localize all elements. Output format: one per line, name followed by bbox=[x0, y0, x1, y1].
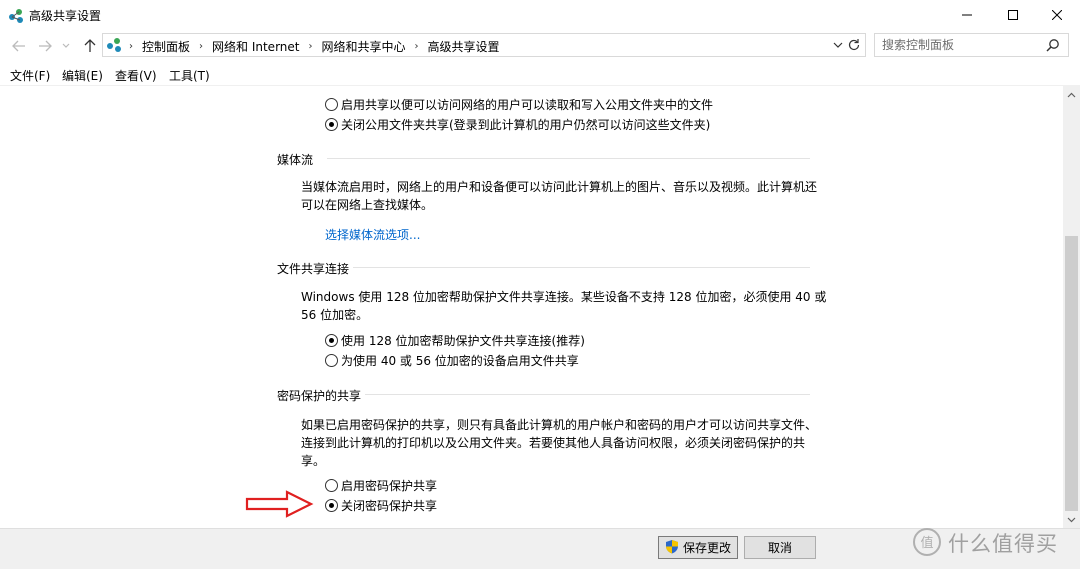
address-history-button[interactable] bbox=[833, 39, 843, 53]
back-arrow-icon bbox=[12, 40, 25, 52]
description-line: 享。 bbox=[301, 454, 326, 468]
chevron-down-icon bbox=[62, 43, 70, 48]
maximize-icon bbox=[1008, 10, 1018, 20]
breadcrumb-separator[interactable]: › bbox=[302, 41, 318, 52]
menu-bar: 文件(F) 编辑(E) 查看(V) 工具(T) bbox=[0, 62, 1080, 86]
radio-indicator[interactable] bbox=[325, 354, 338, 367]
file-sharing-description: Windows 使用 128 位加密帮助保护文件共享连接。某些设备不支持 128… bbox=[301, 288, 826, 324]
radio-indicator-selected[interactable] bbox=[325, 334, 338, 347]
section-divider bbox=[365, 394, 810, 395]
scroll-up-button[interactable] bbox=[1063, 86, 1080, 103]
radio-label: 为使用 40 或 56 位加密的设备启用文件共享 bbox=[341, 354, 579, 368]
description-line: 如果已启用密码保护的共享，则只有具备此计算机的用户帐户和密码的用户才可以访问共享… bbox=[301, 418, 818, 432]
save-changes-button[interactable]: 保存更改 bbox=[658, 536, 738, 559]
chevron-down-icon bbox=[1067, 517, 1076, 522]
up-button[interactable] bbox=[81, 37, 99, 55]
description-line: Windows 使用 128 位加密帮助保护文件共享连接。某些设备不支持 128… bbox=[301, 290, 827, 304]
close-button[interactable] bbox=[1034, 0, 1080, 30]
title-bar: 高级共享设置 bbox=[0, 0, 1080, 30]
password-sharing-off-radio[interactable]: 关闭密码保护共享 bbox=[325, 497, 437, 514]
watermark-logo-icon: 值 bbox=[912, 527, 942, 560]
scroll-down-button[interactable] bbox=[1063, 511, 1080, 528]
up-arrow-icon bbox=[84, 39, 96, 52]
close-icon bbox=[1052, 10, 1062, 20]
radio-label: 启用密码保护共享 bbox=[341, 479, 438, 493]
watermark-logo-glyph: 值 bbox=[920, 535, 933, 551]
forward-button[interactable] bbox=[36, 37, 54, 55]
description-line: 56 位加密。 bbox=[301, 308, 369, 322]
description-line: 当媒体流启用时，网络上的用户和设备便可以访问此计算机上的图片、音乐以及视频。此计… bbox=[301, 180, 818, 194]
network-location-icon bbox=[106, 37, 122, 56]
search-box[interactable] bbox=[874, 33, 1069, 57]
breadcrumb: › 控制面板 › 网络和 Internet › 网络和共享中心 › 高级共享设置 bbox=[123, 38, 503, 55]
encryption-128-radio[interactable]: 使用 128 位加密帮助保护文件共享连接(推荐) bbox=[325, 332, 585, 349]
radio-indicator[interactable] bbox=[325, 98, 338, 111]
watermark-text: 什么值得买 bbox=[948, 532, 1058, 556]
file-sharing-heading: 文件共享连接 bbox=[277, 262, 350, 276]
media-streaming-description: 当媒体流启用时，网络上的用户和设备便可以访问此计算机上的图片、音乐以及视频。此计… bbox=[301, 178, 817, 214]
media-streaming-heading: 媒体流 bbox=[277, 153, 314, 167]
search-icon[interactable] bbox=[1046, 38, 1060, 55]
breadcrumb-separator[interactable]: › bbox=[409, 41, 425, 52]
radio-label: 启用共享以便可以访问网络的用户可以读取和写入公用文件夹中的文件 bbox=[341, 98, 714, 112]
menu-edit[interactable]: 编辑(E) bbox=[62, 67, 103, 84]
password-sharing-description: 如果已启用密码保护的共享，则只有具备此计算机的用户帐户和密码的用户才可以访问共享… bbox=[301, 416, 817, 470]
vertical-scrollbar[interactable] bbox=[1063, 86, 1080, 528]
breadcrumb-control-panel[interactable]: 控制面板 bbox=[139, 38, 193, 55]
encryption-40-56-radio[interactable]: 为使用 40 或 56 位加密的设备启用文件共享 bbox=[325, 352, 579, 369]
red-arrow-annotation-icon bbox=[245, 489, 315, 522]
minimize-icon bbox=[962, 14, 972, 16]
refresh-button[interactable] bbox=[847, 38, 861, 55]
refresh-icon bbox=[848, 39, 860, 51]
password-sharing-heading: 密码保护的共享 bbox=[277, 389, 362, 403]
public-folder-on-radio[interactable]: 启用共享以便可以访问网络的用户可以读取和写入公用文件夹中的文件 bbox=[325, 96, 713, 113]
minimize-button[interactable] bbox=[944, 0, 990, 30]
radio-indicator-selected[interactable] bbox=[325, 118, 338, 131]
forward-arrow-icon bbox=[39, 40, 52, 52]
radio-indicator-selected[interactable] bbox=[325, 499, 338, 512]
settings-content: 启用共享以便可以访问网络的用户可以读取和写入公用文件夹中的文件 关闭公用文件夹共… bbox=[0, 86, 1063, 528]
radio-indicator[interactable] bbox=[325, 479, 338, 492]
description-line: 连接到此计算机的打印机以及公用文件夹。若要使其他人具备访问权限，必须关闭密码保护… bbox=[301, 436, 806, 450]
back-button[interactable] bbox=[10, 37, 28, 55]
section-divider bbox=[353, 267, 810, 268]
radio-label: 关闭密码保护共享 bbox=[341, 499, 438, 513]
network-app-icon bbox=[8, 8, 24, 24]
radio-label: 使用 128 位加密帮助保护文件共享连接(推荐) bbox=[341, 334, 585, 348]
description-line: 可以在网络上查找媒体。 bbox=[301, 198, 434, 212]
public-folder-off-radio[interactable]: 关闭公用文件夹共享(登录到此计算机的用户仍然可以访问这些文件夹) bbox=[325, 116, 710, 133]
section-divider bbox=[327, 158, 810, 159]
breadcrumb-advanced-sharing[interactable]: 高级共享设置 bbox=[425, 38, 503, 55]
watermark: 值 什么值得买 bbox=[912, 525, 1058, 561]
scroll-thumb[interactable] bbox=[1065, 236, 1078, 511]
breadcrumb-separator[interactable]: › bbox=[123, 41, 139, 52]
window-title: 高级共享设置 bbox=[29, 9, 102, 23]
menu-view[interactable]: 查看(V) bbox=[115, 67, 157, 84]
chevron-down-icon bbox=[833, 42, 843, 48]
address-bar[interactable]: › 控制面板 › 网络和 Internet › 网络和共享中心 › 高级共享设置 bbox=[102, 33, 866, 57]
chevron-up-icon bbox=[1067, 92, 1076, 97]
cancel-button[interactable]: 取消 bbox=[744, 536, 816, 559]
breadcrumb-network-sharing-center[interactable]: 网络和共享中心 bbox=[318, 38, 408, 55]
breadcrumb-separator[interactable]: › bbox=[193, 41, 209, 52]
maximize-button[interactable] bbox=[990, 0, 1036, 30]
menu-tools[interactable]: 工具(T) bbox=[169, 67, 210, 84]
save-button-label: 保存更改 bbox=[682, 541, 731, 555]
breadcrumb-network-internet[interactable]: 网络和 Internet bbox=[209, 38, 302, 55]
uac-shield-icon bbox=[665, 539, 679, 557]
search-input[interactable] bbox=[882, 37, 1042, 53]
recent-locations-button[interactable] bbox=[60, 37, 72, 55]
media-streaming-options-link[interactable]: 选择媒体流选项... bbox=[325, 226, 420, 243]
password-sharing-on-radio[interactable]: 启用密码保护共享 bbox=[325, 477, 437, 494]
menu-file[interactable]: 文件(F) bbox=[10, 67, 50, 84]
radio-label: 关闭公用文件夹共享(登录到此计算机的用户仍然可以访问这些文件夹) bbox=[341, 118, 711, 132]
